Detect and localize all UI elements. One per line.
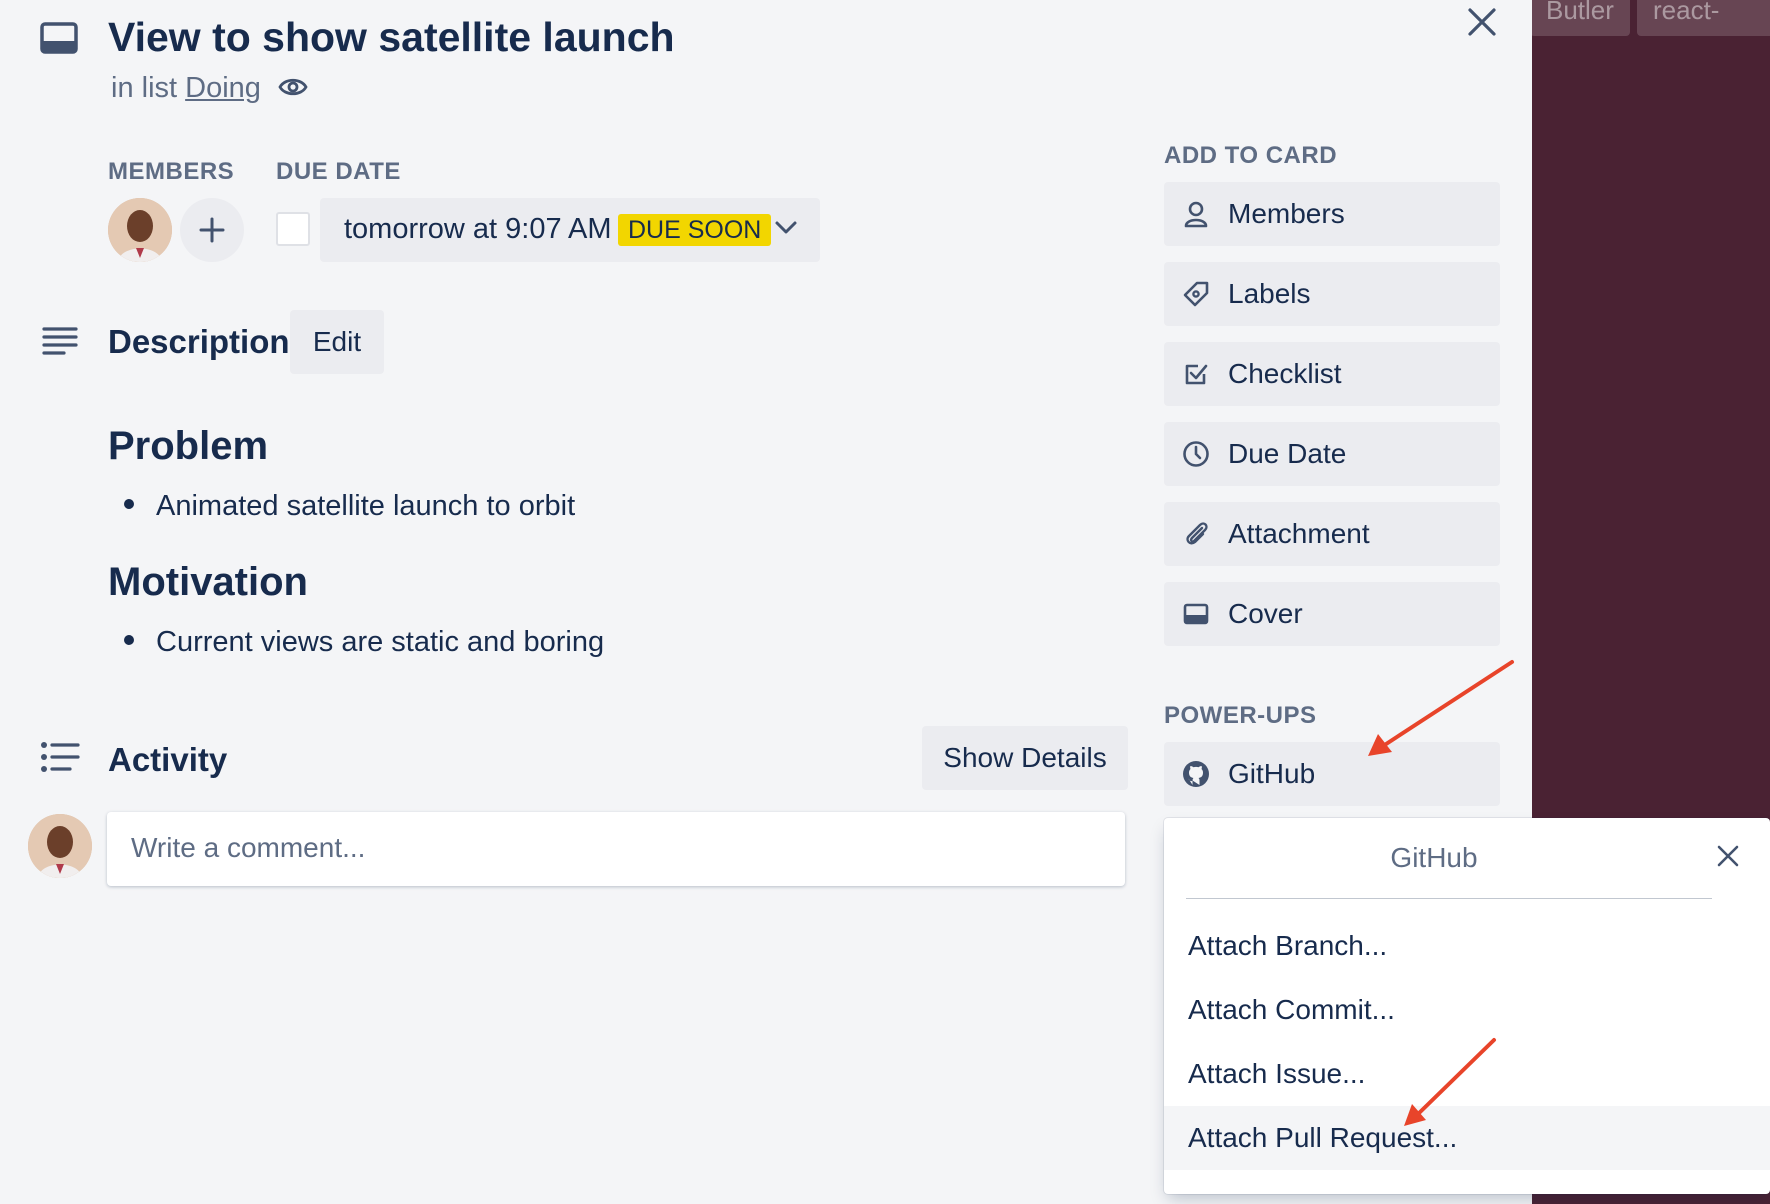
sidebar-cover-button[interactable]: Cover bbox=[1164, 582, 1500, 646]
card-icon bbox=[40, 22, 78, 54]
tag-icon bbox=[1182, 280, 1210, 308]
due-soon-badge: DUE SOON bbox=[618, 214, 772, 246]
board-butler-button[interactable]: Butler bbox=[1530, 0, 1630, 36]
paperclip-icon bbox=[1182, 520, 1210, 548]
power-ups-label: POWER-UPS bbox=[1164, 702, 1317, 729]
popover-title: GitHub bbox=[1390, 842, 1478, 873]
description-subheading: Motivation bbox=[108, 560, 308, 604]
member-avatar[interactable] bbox=[108, 198, 172, 262]
members-label: MEMBERS bbox=[108, 158, 235, 185]
github-popover: GitHub Attach Branch... Attach Commit...… bbox=[1164, 818, 1770, 1194]
popover-divider bbox=[1186, 898, 1712, 899]
description-icon bbox=[42, 326, 78, 356]
add-to-card-label: ADD TO CARD bbox=[1164, 142, 1338, 169]
sidebar-due-date-button[interactable]: Due Date bbox=[1164, 422, 1500, 486]
clock-icon bbox=[1182, 440, 1210, 468]
description-list-item: Animated satellite launch to orbit bbox=[124, 490, 575, 523]
sidebar-attachment-button[interactable]: Attachment bbox=[1164, 502, 1500, 566]
in-list-prefix: in list bbox=[111, 72, 186, 104]
attach-commit-item[interactable]: Attach Commit... bbox=[1164, 978, 1770, 1042]
due-complete-checkbox[interactable] bbox=[276, 212, 310, 246]
attach-branch-item[interactable]: Attach Branch... bbox=[1164, 914, 1770, 978]
close-icon[interactable] bbox=[1716, 844, 1740, 868]
activity-heading: Activity bbox=[108, 741, 228, 778]
description-heading: Description bbox=[108, 323, 290, 360]
close-icon[interactable] bbox=[1466, 6, 1498, 38]
add-member-button[interactable] bbox=[180, 198, 244, 262]
github-icon bbox=[1182, 760, 1210, 788]
cover-icon bbox=[1182, 600, 1210, 628]
activity-icon bbox=[40, 742, 80, 772]
card-list-info: in list Doing bbox=[111, 72, 261, 105]
list-link[interactable]: Doing bbox=[185, 72, 261, 104]
sidebar-labels-button[interactable]: Labels bbox=[1164, 262, 1500, 326]
current-user-avatar bbox=[28, 814, 92, 878]
chevron-down-icon bbox=[774, 220, 798, 236]
eye-icon[interactable] bbox=[278, 76, 308, 98]
show-details-button[interactable]: Show Details bbox=[922, 726, 1128, 790]
due-date-value: tomorrow at 9:07 AM bbox=[344, 213, 612, 245]
due-date-button[interactable]: tomorrow at 9:07 AM DUE SOON bbox=[320, 198, 820, 262]
edit-description-button[interactable]: Edit bbox=[290, 310, 384, 374]
card-title[interactable]: View to show satellite launch bbox=[108, 14, 675, 61]
due-date-label: DUE DATE bbox=[276, 158, 401, 185]
sidebar-checklist-button[interactable]: Checklist bbox=[1164, 342, 1500, 406]
description-list-item: Current views are static and boring bbox=[124, 626, 604, 659]
sidebar-members-button[interactable]: Members bbox=[1164, 182, 1500, 246]
annotation-arrow bbox=[1404, 1038, 1496, 1126]
comment-placeholder: Write a comment... bbox=[131, 832, 366, 863]
comment-input[interactable]: Write a comment... bbox=[107, 812, 1125, 886]
description-subheading: Problem bbox=[108, 424, 269, 468]
board-github-button[interactable]: react- bbox=[1637, 0, 1770, 36]
annotation-arrow bbox=[1368, 660, 1514, 756]
checkbox-icon bbox=[1182, 360, 1210, 388]
plus-icon bbox=[199, 217, 225, 243]
person-icon bbox=[1182, 200, 1210, 228]
